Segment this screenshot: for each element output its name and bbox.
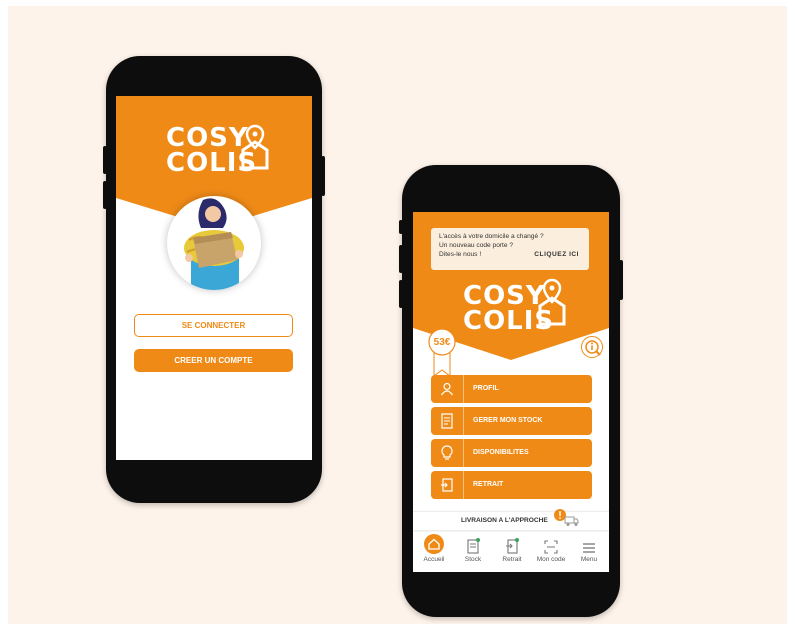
phone-login: COSY COLIS SE CONNECTER CREER UN COMPTE	[103, 56, 325, 503]
earnings-badge[interactable]: 53€	[427, 328, 457, 378]
bottom-tab-bar: Accueil Stock Retrait Mon code Menu	[413, 532, 609, 572]
tab-label: Accueil	[423, 556, 445, 563]
phone-home: L'accès à votre domicile a changé ? Un n…	[399, 165, 623, 617]
menu-item-label: RETRAIT	[473, 481, 504, 488]
retrait-icon	[493, 532, 531, 554]
lightbulb-icon	[431, 439, 464, 467]
withdraw-icon	[431, 471, 464, 499]
phone-side-button	[619, 260, 623, 300]
phone-side-button	[103, 146, 107, 174]
phone-side-button	[103, 181, 107, 209]
notice-cta-link[interactable]: CLIQUEZ ICI	[534, 250, 579, 259]
location-house-icon	[241, 124, 269, 170]
tab-accueil[interactable]: Accueil	[415, 532, 453, 570]
home-icon	[415, 532, 453, 554]
tab-label: Menu	[580, 556, 598, 563]
info-button[interactable]	[581, 336, 603, 358]
tab-stock[interactable]: Stock	[454, 532, 492, 570]
delivery-banner-label: LIVRAISON A L'APPROCHE	[461, 517, 548, 524]
location-house-icon	[538, 278, 566, 326]
menu-item-label: DISPONIBILITES	[473, 449, 529, 456]
delivery-banner[interactable]: LIVRAISON A L'APPROCHE	[413, 509, 609, 530]
phone-side-button	[399, 220, 403, 234]
se-connecter-button[interactable]: SE CONNECTER	[134, 314, 293, 337]
delivery-person-illustration	[167, 196, 261, 290]
tab-label: Stock	[464, 556, 482, 563]
info-icon	[585, 340, 601, 356]
document-icon	[431, 407, 464, 435]
notice-line-2: Un nouveau code porte ?	[439, 242, 514, 249]
menu-item-disponibilites[interactable]: DISPONIBILITES	[431, 439, 592, 467]
menu-item-retrait[interactable]: RETRAIT	[431, 471, 592, 499]
phone-side-button	[399, 245, 403, 273]
tab-retrait[interactable]: Retrait	[493, 532, 531, 570]
menu-item-profil[interactable]: PROFIL	[431, 375, 592, 403]
user-icon	[431, 375, 464, 403]
ribbon-icon	[428, 328, 456, 377]
menu-item-label: GERER MON STOCK	[473, 417, 543, 424]
creer-compte-button[interactable]: CREER UN COMPTE	[134, 349, 293, 372]
phone-side-button	[399, 280, 403, 308]
menu-item-label: PROFIL	[473, 385, 499, 392]
tab-menu[interactable]: Menu	[570, 532, 608, 570]
tab-label: Mon code	[536, 556, 566, 563]
home-screen: L'accès à votre domicile a changé ? Un n…	[413, 212, 609, 572]
tab-label: Retrait	[502, 556, 522, 563]
menu-item-stock[interactable]: GERER MON STOCK	[431, 407, 592, 435]
menu-icon	[570, 532, 608, 554]
login-screen: COSY COLIS SE CONNECTER CREER UN COMPTE	[116, 96, 312, 460]
delivery-truck-icon	[554, 509, 579, 526]
scan-icon	[532, 532, 570, 554]
stock-icon	[454, 532, 492, 554]
access-change-notice[interactable]: L'accès à votre domicile a changé ? Un n…	[431, 228, 589, 270]
notice-line-1: L'accès à votre domicile a changé ?	[439, 233, 544, 240]
earnings-amount: 53€	[433, 337, 451, 348]
tab-mon-code[interactable]: Mon code	[532, 532, 570, 570]
phone-side-button	[321, 156, 325, 196]
